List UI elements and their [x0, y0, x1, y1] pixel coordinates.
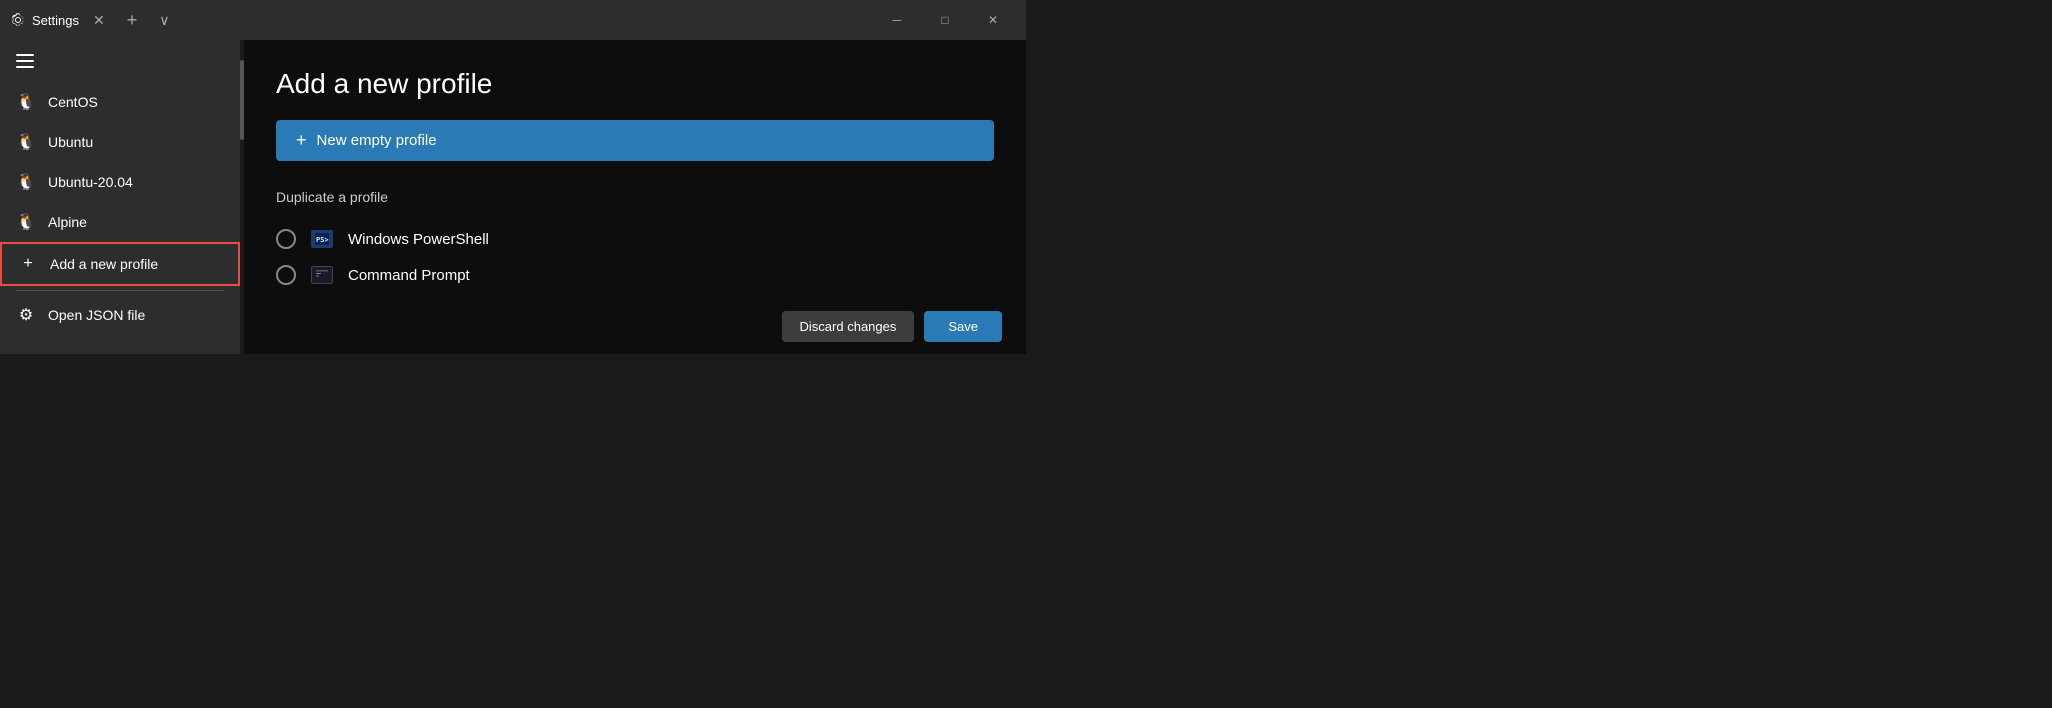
cmd-radio[interactable]	[276, 265, 296, 285]
sidebar-item-ubuntu-label: Ubuntu	[48, 134, 93, 150]
new-profile-button-label: New empty profile	[317, 132, 437, 149]
window-controls: ─ □ ✕	[874, 4, 1016, 36]
powershell-radio[interactable]	[276, 229, 296, 249]
ubuntu-icon: 🐧	[16, 132, 36, 152]
titlebar: Settings ✕ + ∨ ─ □ ✕	[0, 0, 1026, 40]
duplicate-section-label: Duplicate a profile	[276, 189, 994, 205]
cmd-label: Command Prompt	[348, 267, 470, 284]
titlebar-title: Settings	[32, 13, 79, 28]
main-layout: 🐧 CentOS 🐧 Ubuntu 🐧 Ubuntu-20.04 🐧 Alpin…	[0, 40, 1026, 354]
ubuntu2004-icon: 🐧	[16, 172, 36, 192]
discard-changes-button[interactable]: Discard changes	[782, 311, 915, 342]
sidebar-item-ubuntu-2004[interactable]: 🐧 Ubuntu-20.04	[0, 162, 240, 202]
sidebar-item-alpine[interactable]: 🐧 Alpine	[0, 202, 240, 242]
maximize-button[interactable]: □	[922, 4, 968, 36]
centos-icon: 🐧	[16, 92, 36, 112]
sidebar-item-open-json[interactable]: ⚙ Open JSON file	[0, 295, 240, 335]
profile-option-powershell[interactable]: PS> Windows PowerShell	[276, 221, 994, 257]
powershell-icon-box: PS>	[310, 229, 334, 249]
svg-text:PS>: PS>	[316, 236, 329, 244]
powershell-icon: PS>	[311, 230, 333, 248]
sidebar: 🐧 CentOS 🐧 Ubuntu 🐧 Ubuntu-20.04 🐧 Alpin…	[0, 40, 240, 354]
new-empty-profile-button[interactable]: + New empty profile	[276, 120, 994, 161]
hamburger-icon	[16, 54, 34, 68]
minimize-button[interactable]: ─	[874, 4, 920, 36]
sidebar-item-centos[interactable]: 🐧 CentOS	[0, 82, 240, 122]
json-gear-icon: ⚙	[16, 305, 36, 325]
cmd-icon	[311, 266, 333, 284]
page-title: Add a new profile	[276, 68, 994, 100]
titlebar-left: Settings ✕ + ∨	[10, 8, 442, 33]
sidebar-item-add-new-profile[interactable]: + Add a new profile	[0, 242, 240, 286]
content-area: Add a new profile + New empty profile Du…	[244, 40, 1026, 354]
save-button[interactable]: Save	[924, 311, 1002, 342]
close-button[interactable]: ✕	[970, 4, 1016, 36]
sidebar-divider	[16, 290, 224, 291]
gear-icon	[10, 12, 26, 28]
new-profile-plus-icon: +	[296, 130, 307, 151]
bottom-action-bar: Discard changes Save	[244, 299, 1026, 354]
sidebar-item-ubuntu[interactable]: 🐧 Ubuntu	[0, 122, 240, 162]
add-profile-plus-icon: +	[18, 254, 38, 274]
hamburger-menu-button[interactable]	[0, 40, 240, 82]
powershell-label: Windows PowerShell	[348, 231, 489, 248]
sidebar-item-ubuntu2004-label: Ubuntu-20.04	[48, 174, 133, 190]
alpine-icon: 🐧	[16, 212, 36, 232]
profile-option-cmd[interactable]: Command Prompt	[276, 257, 994, 293]
sidebar-item-alpine-label: Alpine	[48, 214, 87, 230]
sidebar-item-centos-label: CentOS	[48, 94, 98, 110]
settings-tab[interactable]: Settings	[10, 12, 79, 28]
sidebar-item-add-label: Add a new profile	[50, 256, 158, 272]
add-tab-button[interactable]: +	[119, 8, 146, 33]
cmd-icon-box	[310, 265, 334, 285]
tab-dropdown-button[interactable]: ∨	[153, 10, 175, 31]
close-tab-button[interactable]: ✕	[87, 10, 111, 31]
sidebar-item-json-label: Open JSON file	[48, 307, 145, 323]
